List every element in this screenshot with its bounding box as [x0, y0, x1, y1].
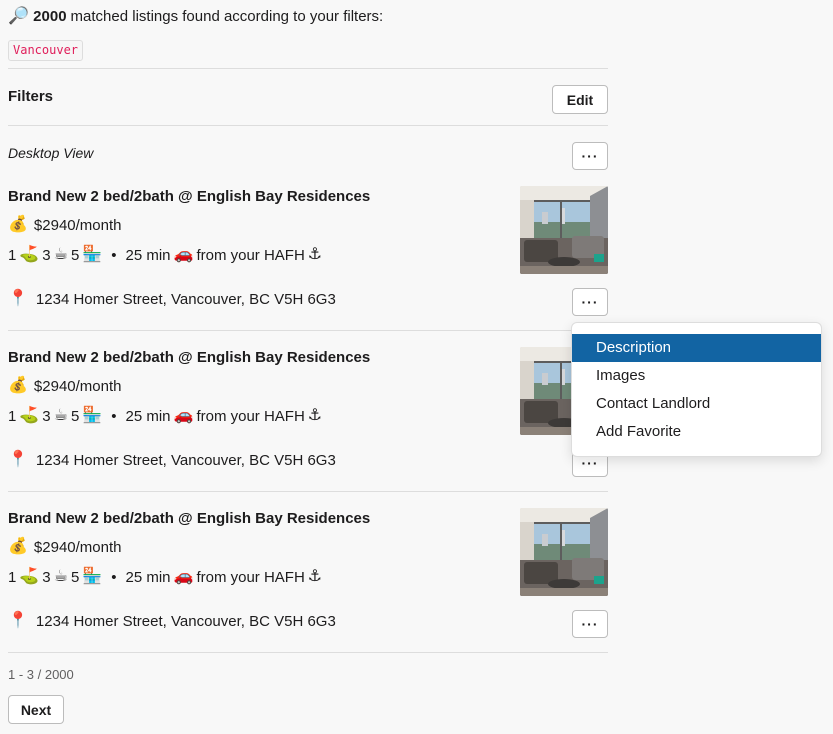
car-icon: 🚗	[173, 407, 194, 424]
listing-amenities: 1 ⛳ 3 ☕ 5 🏪 • 25 min 🚗 from your HAFH ⚓	[8, 407, 322, 425]
listing-amenities: 1 ⛳ 3 ☕ 5 🏪 • 25 min 🚗 from your HAFH ⚓	[8, 246, 322, 264]
listing-card: Brand New 2 bed/2bath @ English Bay Resi…	[8, 347, 608, 477]
address-text: 1234 Homer Street, Vancouver, BC V5H 6G3	[35, 451, 336, 469]
menu-item-add-favorite[interactable]: Add Favorite	[572, 418, 821, 446]
listing-card: Brand New 2 bed/2bath @ English Bay Resi…	[8, 508, 608, 638]
edit-filters-button[interactable]: Edit	[552, 85, 608, 114]
view-more-button[interactable]: ···	[572, 142, 608, 170]
car-icon: 🚗	[173, 246, 194, 263]
results-count: 2000	[33, 7, 67, 25]
convenience-store-icon: 🏪	[82, 246, 103, 263]
divider	[8, 125, 608, 126]
listing-overflow-menu: Description Images Contact Landlord Add …	[571, 322, 822, 457]
price-value: $2940/month	[33, 216, 122, 234]
listing-thumbnail[interactable]	[520, 508, 608, 596]
commute-time: 25 min	[125, 568, 171, 586]
anchor-icon: ⚓	[307, 246, 323, 263]
results-summary: 🔎 2000 matched listings found according …	[8, 6, 383, 26]
convenience-store-icon: 🏪	[82, 568, 103, 585]
golf-icon: ⛳	[19, 568, 40, 585]
address-text: 1234 Homer Street, Vancouver, BC V5H 6G3	[35, 612, 336, 630]
listing-price: 💰 $2940/month	[8, 216, 122, 234]
divider	[8, 68, 608, 69]
golf-icon: ⛳	[19, 246, 40, 263]
listing-menu-button[interactable]: ···	[572, 288, 608, 316]
golf-count: 1	[8, 246, 17, 264]
results-summary-text: matched listings found according to your…	[70, 7, 384, 25]
divider	[8, 652, 608, 653]
menu-item-images[interactable]: Images	[572, 362, 821, 390]
commute-suffix: from your HAFH	[196, 568, 305, 586]
coffee-count: 3	[42, 407, 51, 425]
transit-count: 5	[70, 407, 80, 425]
magnifier-icon: 🔎	[8, 6, 30, 25]
filter-tag: Vancouver	[8, 40, 84, 61]
money-bag-icon: 💰	[8, 538, 28, 555]
menu-item-description[interactable]: Description	[572, 334, 821, 362]
coffee-icon: ☕	[53, 568, 68, 585]
listing-title[interactable]: Brand New 2 bed/2bath @ English Bay Resi…	[8, 510, 370, 527]
listing-address: 📍 1234 Homer Street, Vancouver, BC V5H 6…	[8, 290, 336, 308]
golf-count: 1	[8, 568, 17, 586]
listing-address: 📍 1234 Homer Street, Vancouver, BC V5H 6…	[8, 612, 336, 630]
divider	[8, 491, 608, 492]
money-bag-icon: 💰	[8, 216, 28, 233]
listing-title[interactable]: Brand New 2 bed/2bath @ English Bay Resi…	[8, 349, 370, 366]
pin-icon: 📍	[8, 290, 28, 307]
menu-item-contact-landlord[interactable]: Contact Landlord	[572, 390, 821, 418]
filters-heading: Filters	[8, 88, 54, 105]
transit-count: 5	[70, 568, 80, 586]
price-value: $2940/month	[33, 538, 122, 556]
commute-time: 25 min	[125, 246, 171, 264]
commute-suffix: from your HAFH	[196, 246, 305, 264]
price-value: $2940/month	[33, 377, 122, 395]
golf-count: 1	[8, 407, 17, 425]
listing-thumbnail[interactable]	[520, 186, 608, 274]
listing-address: 📍 1234 Homer Street, Vancouver, BC V5H 6…	[8, 451, 336, 469]
anchor-icon: ⚓	[307, 568, 323, 585]
convenience-store-icon: 🏪	[82, 407, 103, 424]
coffee-count: 3	[42, 568, 51, 586]
bullet-separator: •	[111, 246, 117, 264]
anchor-icon: ⚓	[307, 407, 323, 424]
listing-card: Brand New 2 bed/2bath @ English Bay Resi…	[8, 186, 608, 316]
pin-icon: 📍	[8, 451, 28, 468]
commute-suffix: from your HAFH	[196, 407, 305, 425]
coffee-icon: ☕	[53, 407, 68, 424]
money-bag-icon: 💰	[8, 377, 28, 394]
listing-menu-button[interactable]: ···	[572, 610, 608, 638]
listing-price: 💰 $2940/month	[8, 377, 122, 395]
desktop-view-label: Desktop View	[8, 145, 94, 161]
listing-price: 💰 $2940/month	[8, 538, 122, 556]
next-page-button[interactable]: Next	[8, 695, 64, 724]
bullet-separator: •	[111, 568, 117, 586]
pagination-range: 1 - 3 / 2000	[8, 667, 74, 682]
golf-icon: ⛳	[19, 407, 40, 424]
car-icon: 🚗	[173, 568, 194, 585]
pin-icon: 📍	[8, 612, 28, 629]
commute-time: 25 min	[125, 407, 171, 425]
address-text: 1234 Homer Street, Vancouver, BC V5H 6G3	[35, 290, 336, 308]
listing-amenities: 1 ⛳ 3 ☕ 5 🏪 • 25 min 🚗 from your HAFH ⚓	[8, 568, 322, 586]
coffee-count: 3	[42, 246, 51, 264]
listing-title[interactable]: Brand New 2 bed/2bath @ English Bay Resi…	[8, 188, 370, 205]
divider	[8, 330, 608, 331]
coffee-icon: ☕	[53, 246, 68, 263]
transit-count: 5	[70, 246, 80, 264]
bullet-separator: •	[111, 407, 117, 425]
listings-page: 🔎 2000 matched listings found according …	[0, 0, 833, 734]
